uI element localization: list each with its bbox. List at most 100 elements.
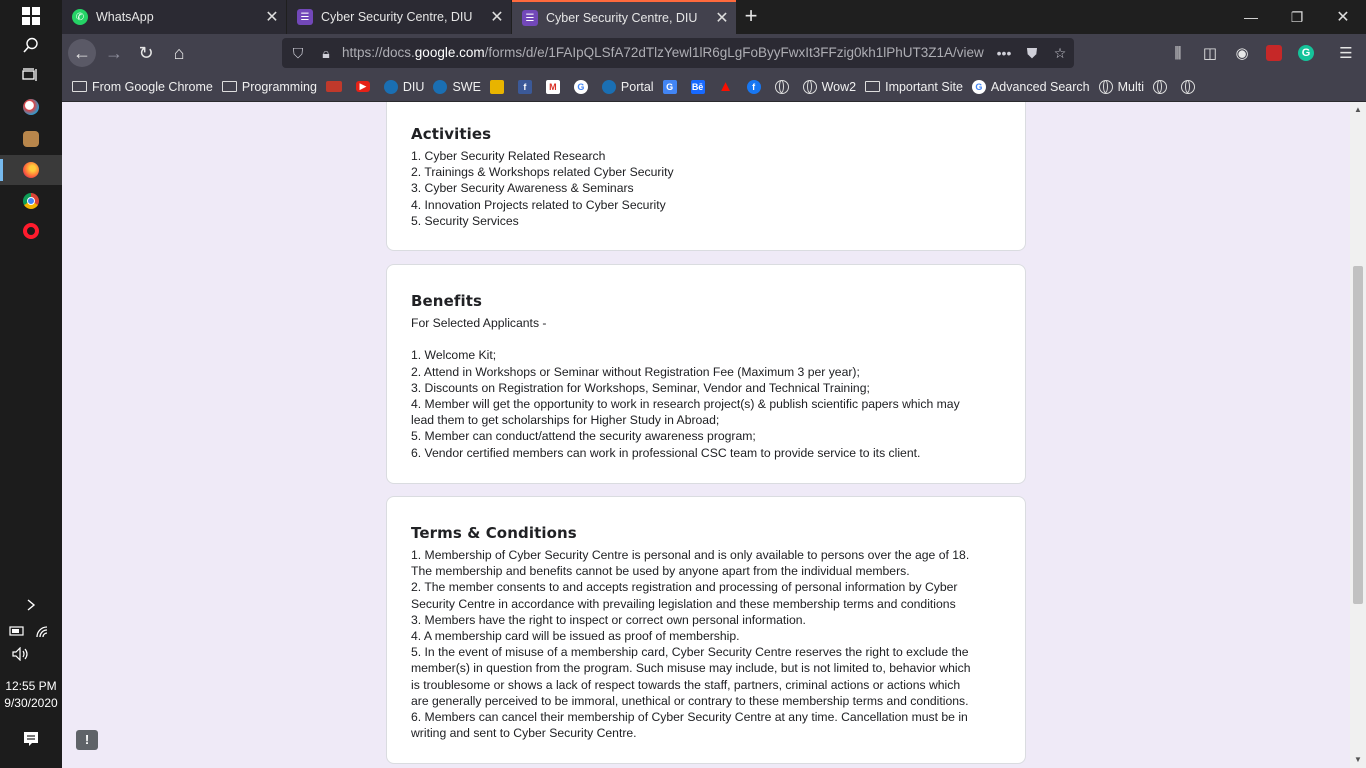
scroll-thumb[interactable]	[1353, 266, 1363, 604]
bookmark-from-google-chrome[interactable]: From Google Chrome	[72, 80, 213, 94]
bookmark-globe-2[interactable]	[1153, 79, 1172, 94]
adobe-icon: ▲	[718, 78, 734, 95]
url-prefix: https://docs.	[342, 45, 415, 60]
section-title: Benefits	[411, 292, 483, 310]
volume-icon[interactable]	[0, 639, 62, 669]
tracking-shield-icon[interactable]: ⛉	[286, 38, 310, 68]
bookmark-label: Wow2	[821, 79, 857, 94]
minimize-icon[interactable]: —	[1228, 0, 1274, 34]
folder-icon	[865, 81, 881, 92]
menu-icon[interactable]: ☰	[1332, 39, 1360, 67]
bookmark-label: From Google Chrome	[92, 79, 213, 94]
bookmark-multi[interactable]: Multi	[1098, 79, 1144, 94]
restore-icon[interactable]: ❐	[1274, 0, 1320, 34]
intro-text: For Selected Applicants -	[411, 316, 547, 330]
back-icon[interactable]: ←	[68, 39, 96, 67]
list-item: 3. Members have the right to inspect or …	[411, 612, 806, 627]
bookmark-facebook[interactable]: f	[517, 79, 537, 94]
tab-cyber-security-1[interactable]: ☰ Cyber Security Centre, DIU ✕	[287, 0, 511, 34]
url-path: /forms/d/e/1FAIpQLSfA72dTlzYewl1lR6gLgFo…	[484, 45, 984, 60]
notification-icon[interactable]	[0, 724, 62, 754]
more-actions-icon[interactable]: •••	[992, 38, 1016, 68]
bookmark-star-icon[interactable]: ☆	[1048, 38, 1072, 68]
diu-icon	[383, 79, 398, 94]
google-icon: G	[971, 79, 986, 94]
firefox-icon[interactable]	[0, 155, 62, 185]
new-tab-icon[interactable]: +	[738, 4, 764, 30]
whatsapp-icon: ✆	[72, 9, 88, 25]
facebook-round-icon: f	[746, 79, 761, 94]
taskbar-time[interactable]: 12:55 PM	[0, 678, 62, 695]
taskbar-date[interactable]: 9/30/2020	[0, 695, 62, 712]
scroll-up-icon[interactable]: ▲	[1350, 102, 1366, 118]
bookmark-important-site[interactable]: Important Site	[865, 80, 963, 94]
bookmark-adobe[interactable]: ▲	[718, 78, 738, 95]
firefox-window: ✆ WhatsApp ✕ ☰ Cyber Security Centre, DI…	[62, 0, 1366, 768]
bookmark-hd[interactable]	[325, 81, 347, 92]
bookmark-translate[interactable]: G	[662, 79, 682, 94]
close-tab-icon[interactable]: ✕	[483, 7, 511, 27]
list-item: 1. Cyber Security Related Research	[411, 149, 606, 163]
bookmark-photos[interactable]	[489, 79, 509, 94]
translate-icon: G	[662, 79, 677, 94]
close-window-icon[interactable]: ✕	[1320, 0, 1366, 34]
pocket-icon[interactable]: ⛊	[1020, 38, 1044, 68]
task-view-icon[interactable]	[0, 60, 62, 90]
bookmark-diu[interactable]: DIU	[383, 79, 425, 94]
folder-icon	[72, 81, 87, 92]
bookmark-youtube[interactable]: ▶	[355, 81, 375, 92]
chrome-icon[interactable]	[0, 186, 62, 216]
tab-cyber-security-2[interactable]: ☰ Cyber Security Centre, DIU ✕	[512, 0, 736, 34]
bookmark-facebook-round[interactable]: f	[746, 79, 766, 94]
bookmark-gmail[interactable]: M	[545, 79, 565, 94]
home-icon[interactable]: ⌂	[165, 39, 193, 67]
list-item: 1. Welcome Kit;	[411, 348, 497, 363]
bookmark-advanced-search[interactable]: G Advanced Search	[971, 79, 1090, 94]
feedback-icon[interactable]: !	[76, 730, 98, 750]
search-icon[interactable]	[0, 30, 62, 60]
gmail-icon: M	[545, 79, 560, 94]
sidebar-icon[interactable]: ◫	[1196, 39, 1224, 67]
list-item: Security Centre in accordance with preva…	[411, 596, 956, 611]
bookmark-label: Important Site	[885, 79, 963, 94]
bookmark-globe-3[interactable]	[1181, 79, 1200, 94]
reload-icon[interactable]: ↻	[132, 39, 160, 67]
bookmark-google[interactable]: G	[573, 79, 593, 94]
list-item: 5. In the event of misuse of a membershi…	[411, 645, 969, 660]
bookmark-portal[interactable]: Portal	[601, 79, 654, 94]
url-bar[interactable]: ⛉ 🔒︎ https://docs.google.com/forms/d/e/1…	[282, 38, 1074, 68]
bookmark-programming[interactable]: Programming	[221, 79, 317, 94]
portal-icon	[601, 79, 616, 94]
globe-icon	[802, 79, 817, 94]
library-icon[interactable]: ⫼	[1164, 39, 1192, 67]
list-item: writing and sent to Cyber Security Centr…	[411, 726, 637, 741]
windows-start-icon[interactable]	[0, 0, 62, 32]
bookmark-globe-1[interactable]	[774, 79, 794, 94]
form-page: Activities 1. Cyber Security Related Res…	[62, 102, 1350, 768]
tab-label: WhatsApp	[96, 10, 154, 24]
globe-icon	[774, 79, 789, 94]
list-item: 2. Trainings & Workshops related Cyber S…	[411, 165, 674, 180]
close-tab-icon[interactable]: ✕	[258, 7, 286, 27]
lock-icon[interactable]: 🔒︎	[314, 38, 338, 68]
tab-whatsapp[interactable]: ✆ WhatsApp ✕	[62, 0, 286, 34]
bookmark-wow2[interactable]: Wow2	[802, 79, 857, 94]
list-item: are generally perceived to be immoral, u…	[411, 693, 969, 708]
bookmark-label: DIU	[402, 79, 425, 94]
list-item: The membership and benefits cannot be us…	[411, 564, 910, 579]
app-icon[interactable]	[0, 124, 62, 154]
bookmark-behance[interactable]: Bē	[690, 79, 710, 94]
globe-icon	[1153, 79, 1168, 94]
bookmark-swe[interactable]: SWE	[433, 79, 481, 94]
grammarly-icon[interactable]: G	[1292, 39, 1320, 67]
scroll-down-icon[interactable]: ▼	[1350, 752, 1366, 768]
extension-icon[interactable]	[1260, 39, 1288, 67]
account-icon[interactable]: ◉	[1228, 39, 1256, 67]
bookmark-label: Programming	[241, 79, 317, 94]
url-text[interactable]: https://docs.google.com/forms/d/e/1FAIpQ…	[342, 38, 984, 68]
close-tab-icon[interactable]: ✕	[708, 8, 736, 28]
page-scrollbar[interactable]: ▲ ▼	[1350, 102, 1366, 768]
forward-icon[interactable]: →	[100, 39, 128, 67]
weather-app-icon[interactable]	[0, 92, 62, 122]
opera-icon[interactable]	[0, 216, 62, 246]
